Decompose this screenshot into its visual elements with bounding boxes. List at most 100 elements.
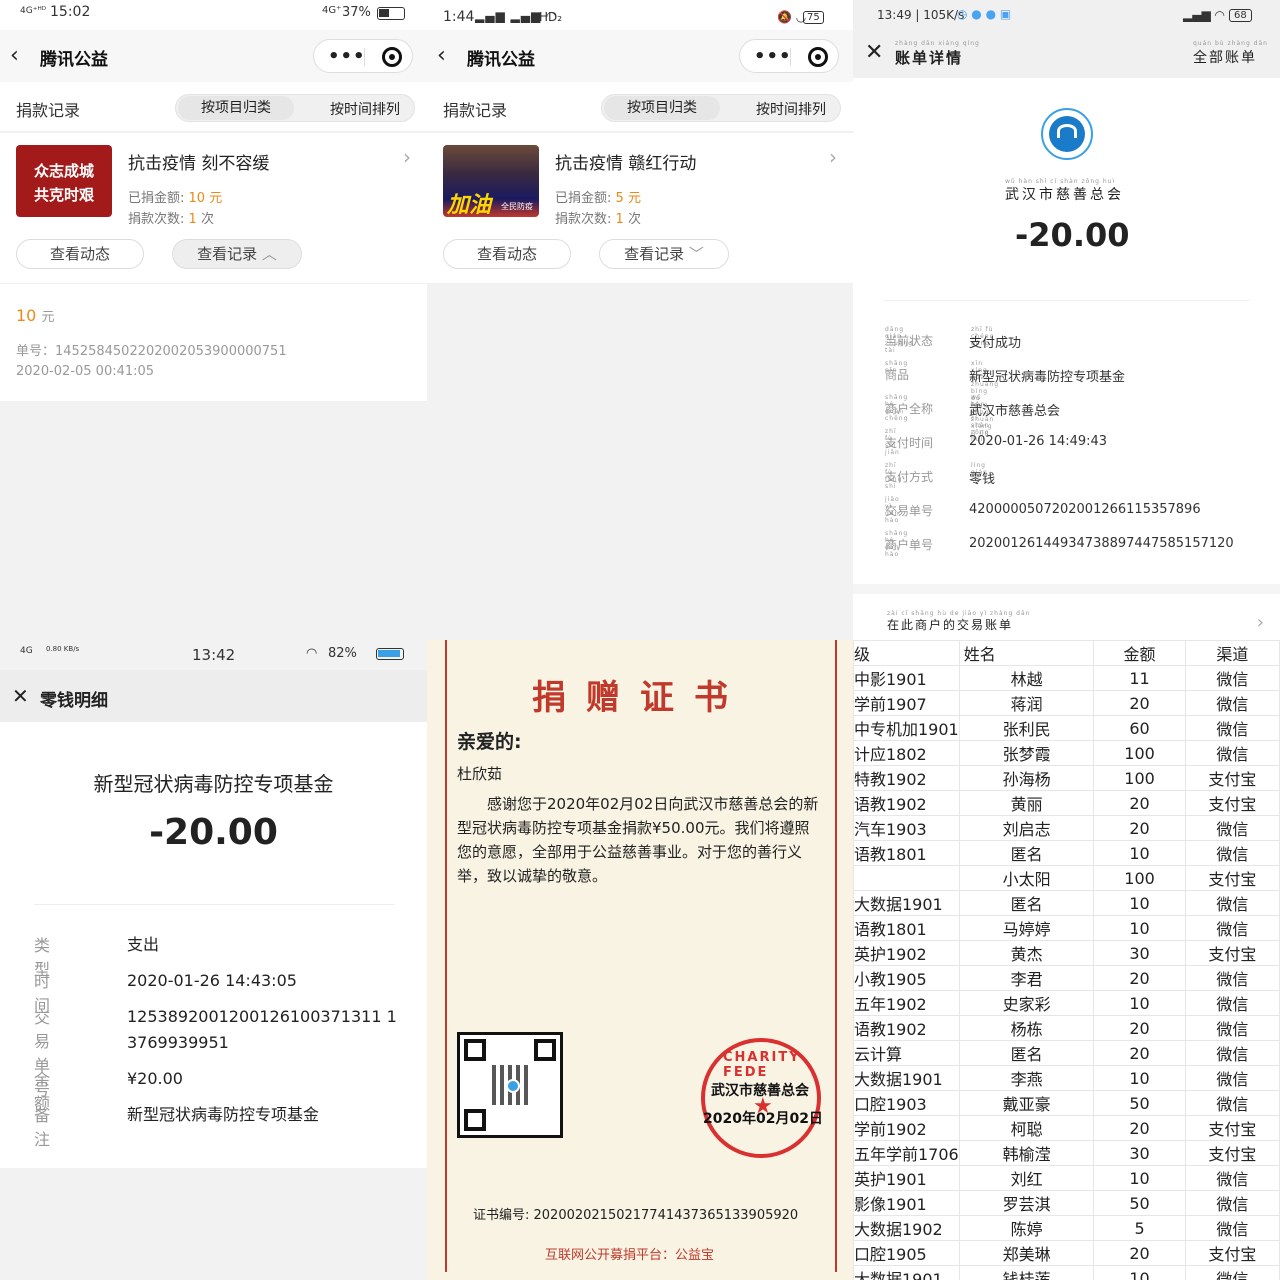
tab-by-project[interactable]: 按项目归类 [178, 96, 294, 120]
class-cell: 大数据1901 [853, 890, 960, 916]
clock: 1:44 [443, 9, 475, 25]
channel-cell: 微信 [1184, 1265, 1280, 1280]
records-header: 捐款记录 按项目归类 按时间排列 [427, 82, 853, 132]
thumbnail-text: 加油 [447, 193, 492, 218]
page-title: 账单详情 [895, 49, 964, 67]
donated-amount: 已捐金额: 5 元 [555, 191, 641, 206]
certificate-number: 证书编号: 20200202150217741437365133905920 [473, 1208, 799, 1223]
view-records-button[interactable]: 查看记录 ︿ [172, 239, 302, 269]
name-cell: 罗芸淇 [958, 1190, 1095, 1216]
class-cell: 口腔1903 [853, 1090, 960, 1116]
channel-cell: 微信 [1184, 1090, 1280, 1116]
project-card[interactable]: 众志成城 共克时艰 抗击疫情 刻不容缓 › 已捐金额: 10 元 捐款次数: 1… [0, 133, 427, 283]
class-cell: 影像1901 [853, 1190, 960, 1216]
channel-cell: 微信 [1184, 1190, 1280, 1216]
view-updates-button[interactable]: 查看动态 [16, 239, 144, 269]
platform-label: 互联网公开募捐平台：公益宝 [545, 1248, 715, 1263]
panel-donation-record-2: 1:44 ▂▄▆ ▂▄▆ ◠ HD₂ 🔕 ◡ 75 ‹ 腾讯公益 ••• 捐款记… [427, 0, 853, 640]
class-cell: 汽车1903 [853, 815, 960, 841]
certificate-title: 捐赠证书 [532, 678, 748, 718]
channel-cell: 支付宝 [1184, 790, 1280, 816]
amount-cell: 10 [1093, 1065, 1186, 1091]
channel-cell: 微信 [1184, 815, 1280, 841]
class-cell: 五年学前1706 [853, 1140, 960, 1166]
name-cell: 史家彩 [958, 990, 1095, 1016]
back-icon[interactable]: ‹ [437, 44, 461, 68]
tab-by-time[interactable]: 按时间排列 [756, 99, 826, 119]
class-cell [853, 865, 960, 891]
all-bills-link[interactable]: 全部账单 [1193, 47, 1257, 67]
table-row: 影像1901 罗芸淇 50 微信 [853, 1190, 1280, 1216]
close-miniprogram-icon[interactable] [382, 47, 402, 67]
table-row: 语教1801 马婷婷 10 微信 [853, 915, 1280, 941]
donation-count: 捐款次数: 1 次 [128, 212, 214, 227]
name-cell: 黄杰 [958, 940, 1095, 966]
close-icon[interactable]: ✕ [12, 684, 29, 708]
name-cell: 匿名 [958, 1040, 1095, 1066]
battery-icon: 75 [803, 11, 824, 24]
seal-ring-text: CHARITY FEDE [723, 1050, 801, 1080]
miniprogram-capsule: ••• [313, 39, 413, 73]
table-row: 小教1905 李君 20 微信 [853, 965, 1280, 991]
amount-cell: 100 [1093, 865, 1186, 891]
tab-by-project[interactable]: 按项目归类 [604, 96, 720, 120]
more-icon[interactable]: ••• [328, 46, 366, 67]
chevron-right-icon[interactable]: › [829, 145, 837, 169]
project-title: 抗击疫情 赣红行动 [555, 154, 697, 174]
tab-by-time[interactable]: 按时间排列 [330, 99, 400, 119]
channel-cell: 微信 [1184, 1015, 1280, 1041]
view-updates-button[interactable]: 查看动态 [443, 239, 571, 269]
bill-header: ✕ zhàng dān xiáng qíng 账单详情 quán bù zhàn… [853, 30, 1280, 78]
back-icon[interactable]: ‹ [10, 44, 34, 68]
name-cell: 匿名 [958, 890, 1095, 916]
table-row: 五年学前1706 韩榆滢 30 支付宝 [853, 1140, 1280, 1166]
merchant-bills-link[interactable]: zài cǐ shāng hù de jiāo yì zhàng dān 在此商… [853, 594, 1280, 640]
qr-code[interactable] [457, 1032, 563, 1138]
clock: 13:42 [192, 646, 236, 664]
table-row: 大数据1901 李燕 10 微信 [853, 1065, 1280, 1091]
channel-cell: 支付宝 [1184, 1115, 1280, 1141]
chevron-up-icon: ︿ [261, 245, 277, 263]
table-row: 中专机加1901 张利民 60 微信 [853, 715, 1280, 741]
class-cell: 特教1902 [853, 765, 960, 791]
net-speed: 0.80 KB/s [46, 645, 80, 653]
name-cell: 黄丽 [958, 790, 1095, 816]
amount-cell: 20 [1093, 1240, 1186, 1266]
class-cell: 小教1905 [853, 965, 960, 991]
project-card[interactable]: 加油 全民防疫 抗击疫情 赣红行动 › 已捐金额: 5 元 捐款次数: 1 次 … [427, 133, 853, 283]
name-cell: 张梦霞 [958, 740, 1095, 766]
amount-cell: 100 [1093, 765, 1186, 791]
class-cell: 中专机加1901 [853, 715, 960, 741]
channel-cell: 微信 [1184, 990, 1280, 1016]
view-records-button[interactable]: 查看记录 ﹀ [599, 239, 729, 269]
class-cell: 英护1902 [853, 940, 960, 966]
close-miniprogram-icon[interactable] [808, 47, 828, 67]
class-cell: 学前1907 [853, 690, 960, 716]
more-icon[interactable]: ••• [754, 46, 792, 67]
channel-cell: 微信 [1184, 740, 1280, 766]
amount-cell: 10 [1093, 990, 1186, 1016]
chevron-right-icon[interactable]: › [403, 145, 411, 169]
amount-cell: 11 [1093, 665, 1186, 691]
column-header: 姓名 [958, 640, 1095, 666]
amount-cell: 20 [1093, 965, 1186, 991]
bill-body: wǔ hàn shì cí shàn zǒng huì 武汉市慈善总会 -20.… [853, 78, 1280, 584]
close-icon[interactable]: ✕ [865, 40, 883, 65]
table-row: 特教1902 孙海杨 100 支付宝 [853, 765, 1280, 791]
amount-cell: 20 [1093, 790, 1186, 816]
channel-cell: 微信 [1184, 1215, 1280, 1241]
table-row: 口腔1903 戴亚豪 50 微信 [853, 1090, 1280, 1116]
project-title: 抗击疫情 刻不容缓 [128, 154, 270, 174]
column-header: 渠道 [1184, 640, 1280, 666]
bill-amount: -20.00 [1015, 216, 1130, 254]
table-row: 大数据1902 陈婷 5 微信 [853, 1215, 1280, 1241]
amount-cell: 50 [1093, 1190, 1186, 1216]
table-row: 大数据1901 钱桂莲 10 微信 [853, 1265, 1280, 1280]
name-cell: 柯聪 [958, 1115, 1095, 1141]
network-indicator: 4G⁺ᴴᴰ [20, 6, 47, 16]
network-indicator: 4G⁺ [322, 5, 342, 16]
amount-cell: 60 [1093, 715, 1186, 741]
thumbnail-line: 共克时艰 [33, 186, 94, 204]
title-pinyin: zhàng dān xiáng qíng [895, 40, 980, 47]
name-cell: 陈婷 [958, 1215, 1095, 1241]
